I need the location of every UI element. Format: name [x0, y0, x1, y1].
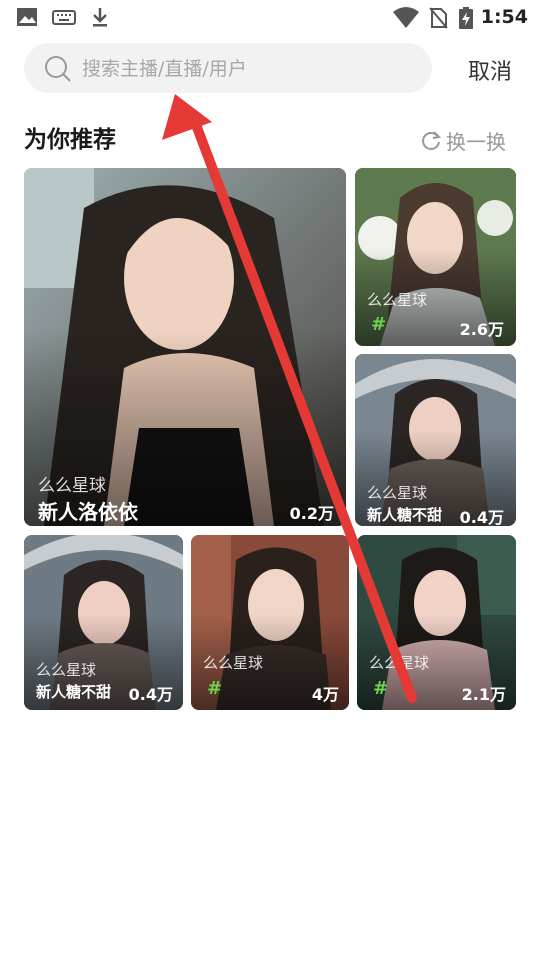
annotation-arrow [162, 94, 417, 703]
